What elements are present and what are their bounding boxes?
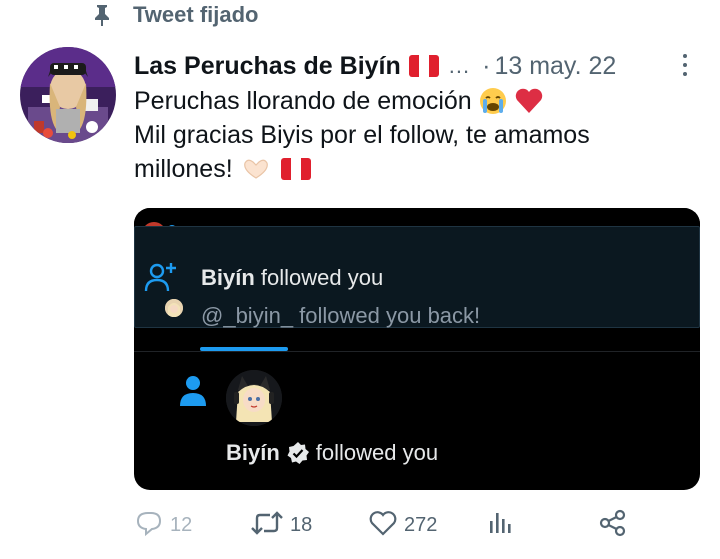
retweet-icon [250, 509, 284, 542]
reply-icon [134, 509, 164, 542]
author-name[interactable]: Las Peruchas de Biyín [134, 52, 401, 81]
separator: · [482, 51, 491, 80]
tweet-line-2-text: Mil gracias Biyis por el follow, te amam… [134, 121, 590, 149]
follow-entry-text: Biyín followed you [226, 440, 438, 466]
verified-icon [286, 441, 310, 465]
tweet-line-3: millones! [134, 152, 694, 186]
handle-ellipsis[interactable]: ... [449, 53, 470, 79]
analytics-button[interactable] [486, 508, 514, 542]
red-heart-icon [514, 87, 544, 115]
like-count: 272 [404, 513, 438, 536]
follower-avatar [226, 370, 282, 426]
share-icon [598, 508, 628, 543]
analytics-icon [486, 509, 514, 542]
tiny-avatar [165, 299, 183, 317]
follow-add-icon [143, 259, 179, 295]
follow-entry-name: Biyín [226, 440, 280, 465]
reply-count: 12 [170, 513, 193, 536]
peru-flag-icon-2 [280, 158, 311, 180]
pinned-label: Tweet fijado [133, 2, 259, 27]
author-avatar[interactable] [20, 47, 116, 143]
heart-hands-icon [239, 156, 273, 182]
pin-icon [92, 4, 112, 26]
reply-button[interactable]: 12 [134, 508, 192, 542]
notification-title: Biyín followed you [201, 265, 383, 291]
notification-name: Biyín [201, 265, 255, 290]
media-top-edge [134, 208, 700, 226]
tweet-media-image[interactable]: Biyín followed you @_biyin_ followed you… [134, 208, 700, 490]
like-button[interactable]: 272 [368, 508, 437, 542]
pinned-indicator: Tweet fijado [92, 2, 259, 28]
notification-subline: @_biyin_ followed you back! [201, 303, 481, 328]
notification-action: followed you [260, 265, 384, 290]
retweet-count: 18 [290, 513, 313, 536]
person-icon [178, 374, 208, 408]
tweet-line-3-text: millones! [134, 155, 233, 183]
tweet-header: Las Peruchas de Biyín ... · 13 may. 22 [134, 50, 616, 82]
tweet-action-bar: 12 18 272 [134, 508, 694, 542]
crying-emoji-icon [478, 86, 508, 116]
like-icon [368, 509, 398, 542]
more-icon[interactable] [677, 52, 693, 78]
tweet-text: Peruchas llorando de emoción Mil gracias… [134, 84, 694, 186]
tweet-date[interactable]: 13 may. 22 [494, 52, 616, 81]
follow-entry-action: followed you [315, 440, 439, 465]
tweet-line-2: Mil gracias Biyis por el follow, te amam… [134, 118, 694, 152]
tweet-line-1-text: Peruchas llorando de emoción [134, 87, 472, 115]
notification-card: Biyín followed you @_biyin_ followed you… [134, 226, 700, 328]
share-button[interactable] [598, 508, 628, 542]
retweet-button[interactable]: 18 [250, 508, 312, 542]
peru-flag-icon [408, 55, 439, 77]
tab-divider [134, 351, 700, 352]
tweet-line-1: Peruchas llorando de emoción [134, 84, 694, 118]
